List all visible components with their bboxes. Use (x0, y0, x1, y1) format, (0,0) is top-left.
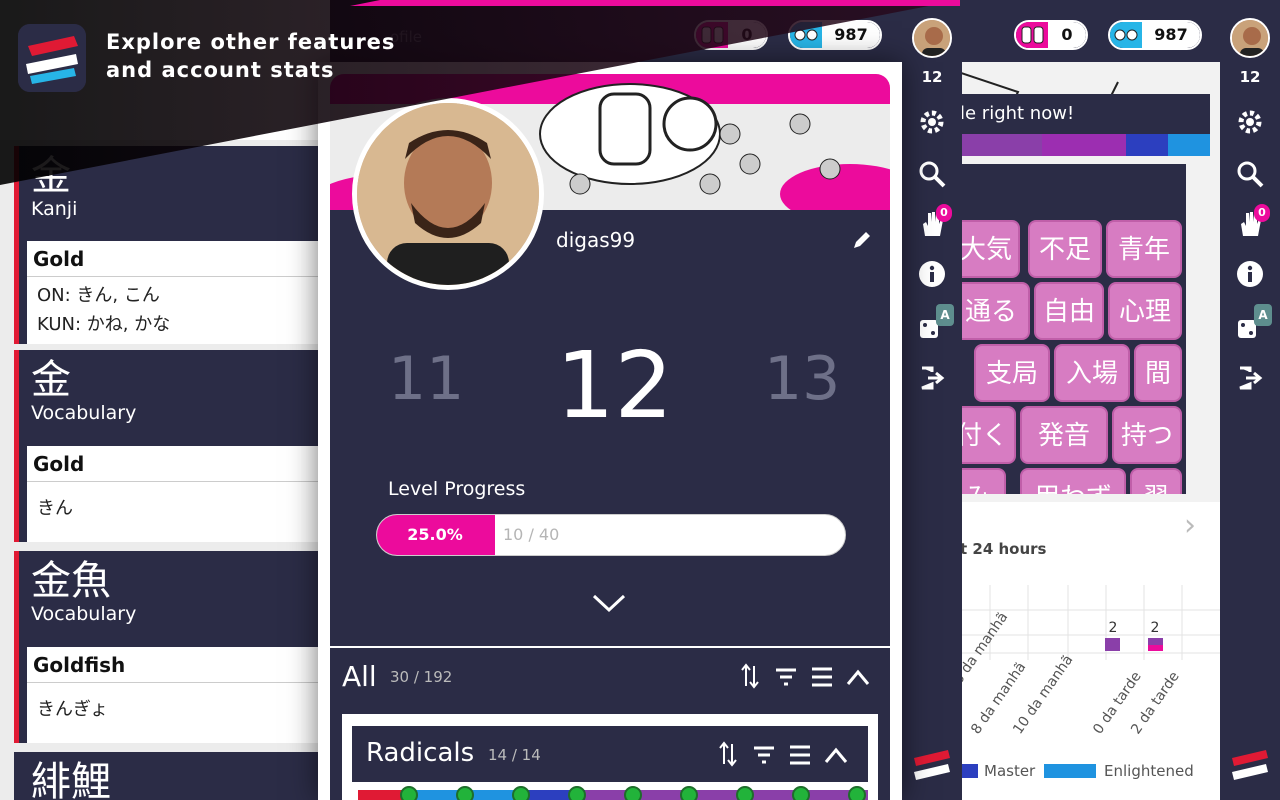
chevron-right-icon[interactable]: › (1184, 508, 1196, 543)
username: digas99 (556, 228, 636, 252)
kanji-tile[interactable]: 心理 (1108, 282, 1182, 340)
kanji-tile[interactable]: 用わず (1020, 468, 1126, 494)
check-icon (848, 786, 866, 800)
card-reading: きん (37, 498, 73, 519)
list-item[interactable]: 緋鯉 (14, 752, 320, 800)
chevron-up-icon[interactable] (824, 744, 848, 766)
dice-badge: A (1254, 304, 1272, 326)
forecast-bar (1105, 638, 1120, 651)
check-icon (792, 786, 810, 800)
card-kind: Vocabulary (31, 402, 137, 424)
card-meaning: Gold (27, 241, 320, 277)
check-icon (568, 786, 586, 800)
promo-line-1: Explore other features (106, 30, 396, 54)
card-details: Goldfish きんぎょ (27, 647, 320, 743)
card-character: 金 (31, 357, 71, 403)
check-icon (736, 786, 754, 800)
progress-percent: 25.0% (407, 525, 463, 544)
app-logo-icon (1230, 748, 1270, 784)
radicals-count: 14 / 14 (488, 746, 541, 764)
kanji-tile[interactable]: 不足 (1028, 220, 1102, 278)
app-logo-icon (18, 24, 86, 92)
kanji-tile[interactable]: 入場 (1054, 344, 1130, 402)
legend-swatch-enlightened (1044, 764, 1096, 778)
kanji-tile[interactable]: 持つ (1112, 406, 1182, 464)
list-item[interactable]: 金 Vocabulary Gold きん (14, 350, 320, 542)
check-icon (624, 786, 642, 800)
card-character: 緋鯉 (31, 759, 111, 800)
hand-badge: 0 (936, 204, 952, 222)
legend-master: Master (984, 762, 1036, 780)
kanji-tile[interactable]: 付く (958, 406, 1016, 464)
all-label: All (342, 660, 377, 693)
card-meaning: Gold (27, 446, 320, 482)
radicals-label: Radicals (366, 738, 475, 768)
chevron-up-icon[interactable] (846, 666, 870, 688)
level-progress-label: Level Progress (388, 478, 526, 500)
check-icon (456, 786, 474, 800)
card-character: 金魚 (31, 558, 111, 604)
forecast-bar (1148, 645, 1163, 651)
info-icon[interactable] (918, 260, 946, 288)
all-count: 30 / 192 (390, 668, 453, 686)
level-progress-bar: 25.0% 10 / 40 (376, 514, 846, 556)
chevron-down-icon[interactable] (590, 588, 628, 618)
kanji-tile[interactable]: 青年 (1106, 220, 1182, 278)
kanji-tile[interactable]: 発音 (1020, 406, 1108, 464)
check-icon (512, 786, 530, 800)
next-level: 13 (764, 344, 841, 414)
progress-count: 10 / 40 (503, 525, 560, 544)
card-details: Gold ON: きん, こん KUN: かね, かな (27, 241, 320, 344)
bar-value-label: 2 (1151, 620, 1160, 636)
card-details: Gold きん (27, 446, 320, 542)
kanji-grid: 大気 不足 青年 通る 自由 心理 支局 入場 間 付く 発音 持つ み 用わず… (958, 216, 1186, 494)
forecast-bar (1148, 638, 1163, 645)
menu-icon[interactable] (788, 744, 812, 766)
previous-level: 11 (388, 344, 465, 414)
forecast-title: t 24 hours (960, 540, 1047, 558)
kanji-tile[interactable]: 習 (1130, 468, 1182, 494)
kanji-tile[interactable]: み (958, 468, 1006, 494)
check-icon (680, 786, 698, 800)
info-icon[interactable] (1236, 260, 1264, 288)
legend-enlightened: Enlightened (1104, 762, 1194, 780)
filter-icon[interactable] (752, 744, 776, 766)
sort-icon[interactable] (738, 662, 762, 690)
card-meaning: Goldfish (27, 647, 320, 683)
card-kind: Vocabulary (31, 603, 137, 625)
hand-badge: 0 (1254, 204, 1270, 222)
list-item[interactable]: 金魚 Vocabulary Goldfish きんぎょ (14, 551, 320, 743)
forecast-chart: 2 2 8 da manhã 10 da manhã 0 da tarde 2 … (958, 585, 1220, 737)
dice-badge: A (936, 304, 954, 326)
card-reading: きんぎょ (37, 699, 109, 720)
menu-icon[interactable] (810, 666, 834, 688)
logout-icon[interactable] (918, 364, 946, 392)
bar-value-label: 2 (1109, 620, 1118, 636)
promo-line-2: and account stats (106, 58, 335, 82)
logout-icon[interactable] (1236, 364, 1264, 392)
edit-icon[interactable] (850, 228, 874, 252)
current-level: 12 (556, 332, 674, 439)
kanji-tile[interactable]: 間 (1134, 344, 1182, 402)
card-on-reading: ON: きん, こん (37, 285, 160, 306)
kanji-tile[interactable]: 支局 (974, 344, 1050, 402)
card-kun-reading: KUN: かね, かな (37, 314, 171, 335)
kanji-tile[interactable]: 自由 (1034, 282, 1104, 340)
filter-icon[interactable] (774, 666, 798, 688)
kanji-tile[interactable]: 大気 (958, 220, 1020, 278)
check-icon (400, 786, 418, 800)
kanji-tile[interactable]: 通る (958, 282, 1030, 340)
app-logo-icon (912, 748, 952, 784)
x-axis-label: 6 da manhã (958, 609, 1011, 687)
sort-icon[interactable] (716, 740, 740, 768)
